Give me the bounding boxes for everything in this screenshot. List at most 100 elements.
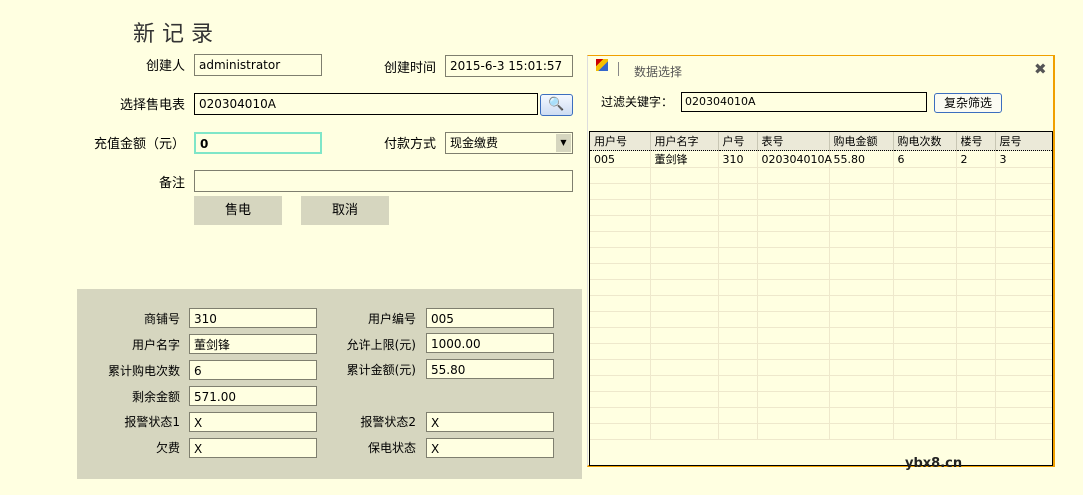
note-label: 备注	[158, 176, 185, 191]
table-cell	[893, 407, 957, 424]
table-cell	[995, 295, 1052, 312]
table-cell	[650, 295, 719, 312]
table-cell	[893, 199, 957, 216]
column-header[interactable]: 户号	[718, 132, 758, 151]
empty-row	[590, 343, 1052, 360]
table-cell	[995, 375, 1052, 392]
results-grid[interactable]: 用户号 用户名字 户号 表号 购电金额 购电次数 楼号 层号 005 董剑锋 310 02030401…	[589, 131, 1053, 466]
table-cell	[893, 423, 957, 440]
creator-field[interactable]: administrator	[194, 54, 322, 76]
table-cell	[893, 359, 957, 376]
table-cell	[718, 359, 758, 376]
table-cell	[829, 231, 894, 248]
column-header[interactable]: 楼号	[956, 132, 996, 151]
empty-row	[590, 295, 1052, 312]
table-cell: 310	[718, 150, 758, 168]
dialog-title: 数据选择	[634, 65, 683, 79]
table-cell	[590, 327, 651, 344]
table-cell	[650, 231, 719, 248]
pay-method-value: 现金缴费	[450, 136, 499, 150]
meter-search-button[interactable]: 🔍	[540, 94, 573, 116]
table-cell	[650, 167, 719, 184]
empty-row	[590, 263, 1052, 280]
table-cell	[718, 343, 758, 360]
close-icon[interactable]: ✖	[1034, 60, 1047, 78]
table-cell	[757, 183, 830, 200]
column-header[interactable]: 用户号	[590, 132, 651, 151]
table-cell	[718, 407, 758, 424]
table-cell	[590, 311, 651, 328]
created-time-field[interactable]: 2015-6-3 15:01:57	[445, 55, 573, 77]
table-cell	[757, 215, 830, 232]
purchase-count-field[interactable]: 6	[189, 360, 317, 380]
advanced-filter-button[interactable]: 复杂筛选	[934, 93, 1002, 113]
amount-field[interactable]: 0	[194, 132, 322, 154]
table-cell	[650, 311, 719, 328]
power-protect-label: 保电状态	[367, 441, 416, 455]
table-cell	[650, 279, 719, 296]
table-cell	[956, 311, 996, 328]
alarm2-field[interactable]: X	[426, 412, 554, 432]
table-cell	[995, 183, 1052, 200]
table-cell	[590, 391, 651, 408]
created-time-label: 创建时间	[383, 61, 436, 76]
column-header[interactable]: 购电金额	[829, 132, 894, 151]
table-cell	[995, 215, 1052, 232]
table-cell	[590, 263, 651, 280]
table-cell	[718, 247, 758, 264]
alarm1-field[interactable]: X	[189, 412, 317, 432]
table-cell	[956, 375, 996, 392]
table-cell	[718, 327, 758, 344]
column-header[interactable]: 用户名字	[650, 132, 719, 151]
table-cell	[590, 295, 651, 312]
table-cell	[590, 359, 651, 376]
alarm2-label: 报警状态2	[360, 415, 416, 429]
table-cell	[956, 359, 996, 376]
total-amount-label: 累计金额(元)	[346, 363, 416, 377]
table-cell	[718, 391, 758, 408]
table-cell	[956, 391, 996, 408]
pay-method-label: 付款方式	[383, 137, 436, 152]
table-cell	[590, 247, 651, 264]
table-cell	[590, 343, 651, 360]
table-cell	[995, 343, 1052, 360]
empty-row	[590, 407, 1052, 424]
arrears-field[interactable]: X	[189, 438, 317, 458]
user-name-field[interactable]: 董剑锋	[189, 334, 317, 354]
table-cell	[829, 295, 894, 312]
power-protect-field[interactable]: X	[426, 438, 554, 458]
shop-label: 商铺号	[143, 312, 180, 326]
table-cell	[829, 311, 894, 328]
column-header[interactable]: 表号	[757, 132, 830, 151]
total-amount-field[interactable]: 55.80	[426, 359, 554, 379]
column-header[interactable]: 层号	[995, 132, 1052, 151]
note-field[interactable]	[194, 170, 573, 192]
user-id-field[interactable]: 005	[426, 308, 554, 328]
empty-row	[590, 359, 1052, 376]
sell-button[interactable]: 售电	[194, 196, 282, 225]
table-cell	[718, 295, 758, 312]
cancel-button[interactable]: 取消	[301, 196, 389, 225]
table-cell	[995, 247, 1052, 264]
table-cell	[956, 247, 996, 264]
table-cell: 020304010A	[757, 150, 832, 168]
remaining-field[interactable]: 571.00	[189, 386, 317, 406]
filter-input[interactable]: 020304010A	[681, 92, 927, 112]
table-cell	[893, 391, 957, 408]
pay-method-select[interactable]: 现金缴费 ▼	[445, 132, 573, 154]
shop-field[interactable]: 310	[189, 308, 317, 328]
empty-row	[590, 311, 1052, 328]
empty-row	[590, 167, 1052, 184]
meter-field[interactable]: 020304010A	[194, 93, 538, 115]
limit-field[interactable]: 1000.00	[426, 333, 554, 353]
page-title: 新 记 录	[133, 22, 213, 47]
chevron-down-icon[interactable]: ▼	[556, 134, 571, 152]
table-cell	[757, 231, 830, 248]
empty-row	[590, 231, 1052, 248]
column-header[interactable]: 购电次数	[893, 132, 957, 151]
table-row[interactable]: 005 董剑锋 310 020304010A 55.80 6 2 3	[590, 150, 1052, 168]
table-cell	[956, 215, 996, 232]
table-cell	[893, 231, 957, 248]
table-cell	[829, 279, 894, 296]
table-cell: 6	[893, 150, 957, 168]
